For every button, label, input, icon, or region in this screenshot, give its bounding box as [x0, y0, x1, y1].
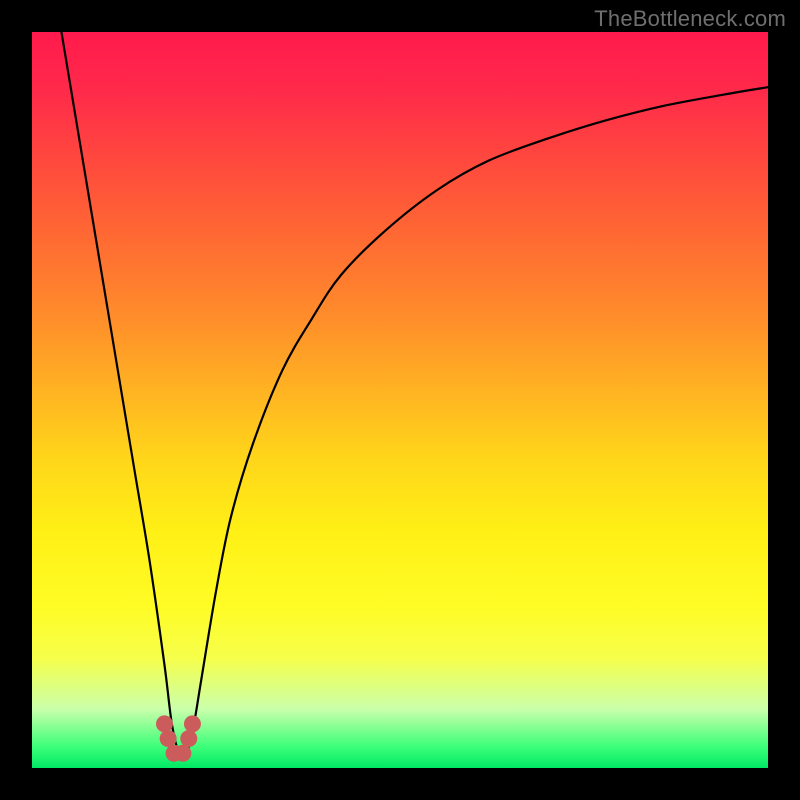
min-dot	[156, 715, 173, 732]
watermark-text: TheBottleneck.com	[594, 6, 786, 32]
chart-frame: TheBottleneck.com	[0, 0, 800, 800]
min-dot	[180, 730, 197, 747]
bottleneck-curve	[61, 32, 768, 757]
chart-svg	[32, 32, 768, 768]
min-dot	[184, 715, 201, 732]
min-dot	[174, 745, 191, 762]
chart-plot-area	[32, 32, 768, 768]
min-dot	[160, 730, 177, 747]
bottleneck-min-cluster	[156, 715, 201, 761]
